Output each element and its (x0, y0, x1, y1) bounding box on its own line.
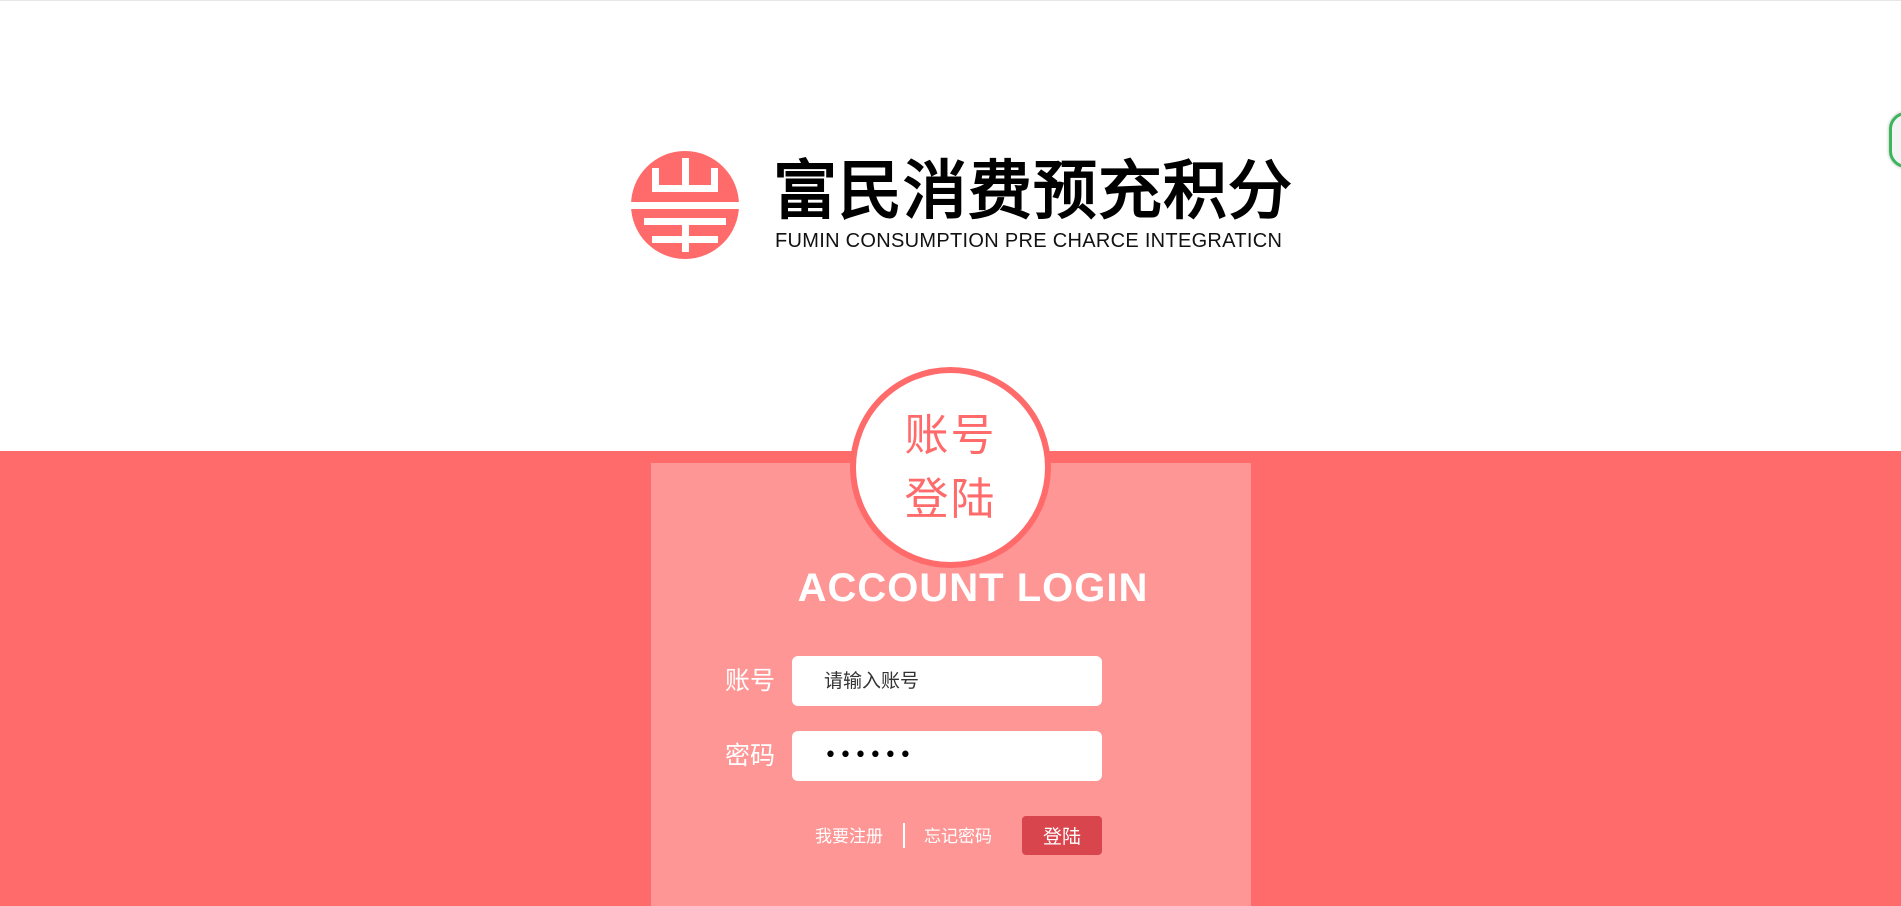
login-page: 富民消费预充积分 FUMIN CONSUMPTION PRE CHARCE IN… (0, 0, 1901, 906)
brand-title: 富民消费预充积分 (773, 155, 1293, 229)
password-input[interactable]: •••••• (792, 731, 1102, 781)
badge-line-2: 登陆 (904, 473, 997, 525)
password-label: 密码 (725, 741, 776, 770)
account-input[interactable] (792, 656, 1102, 706)
account-label: 账号 (725, 666, 776, 695)
forgot-password-link[interactable]: 忘记密码 (924, 822, 992, 852)
floating-widget[interactable] (1889, 112, 1901, 168)
login-heading: ACCOUNT LOGIN (797, 566, 1149, 610)
link-divider (903, 823, 905, 848)
brand-subtitle: FUMIN CONSUMPTION PRE CHARCE INTEGRATICN (775, 230, 1283, 252)
top-divider (0, 0, 1901, 1)
fumin-logo-icon (631, 151, 739, 259)
login-button[interactable]: 登陆 (1022, 816, 1102, 855)
login-badge: 账号 登陆 (850, 367, 1051, 568)
register-link[interactable]: 我要注册 (815, 822, 883, 852)
brand-header: 富民消费预充积分 FUMIN CONSUMPTION PRE CHARCE IN… (630, 148, 1292, 263)
badge-line-1: 账号 (904, 409, 997, 461)
